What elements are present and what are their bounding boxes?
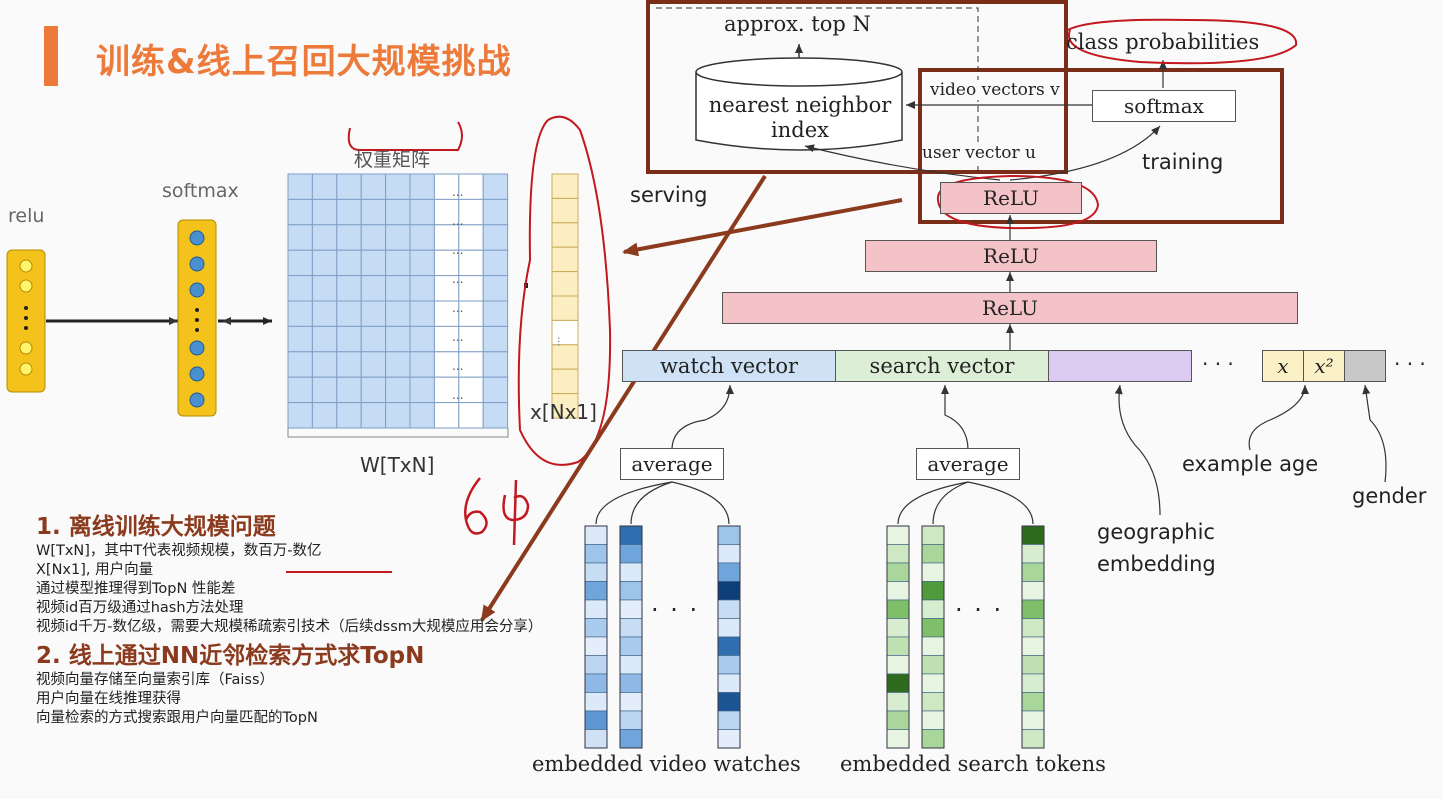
note-line: 视频id百万级通过hash方法处理: [36, 600, 244, 616]
class-probabilities-label: class probabilities: [1066, 30, 1260, 54]
average-box-search: average: [916, 448, 1020, 480]
relu-layer-2: ReLU: [865, 240, 1157, 272]
note-line: 用户向量在线推理获得: [36, 691, 181, 707]
embedding-connectors: [595, 481, 1034, 525]
ellipsis-right: · · ·: [1394, 352, 1426, 376]
handwritten-64-text: 64: [470, 458, 471, 459]
note-line: 视频向量存储至向量索引库（Faiss）: [36, 672, 275, 688]
relu-to-vector-arrow: [622, 198, 903, 257]
softmax-box: softmax: [1092, 90, 1236, 122]
serving-label: serving: [630, 183, 708, 207]
geographic-embedding-box: [1048, 350, 1192, 382]
relu-layer: [6, 249, 46, 393]
matrix-caption: W[TxN]: [360, 453, 435, 477]
search-vector-box: search vector: [835, 350, 1049, 382]
gender-label: gender: [1352, 484, 1427, 508]
note-line: W[TxN]，其中T代表视频规模，数百万-数亿: [36, 543, 322, 559]
softmax-layer: [177, 219, 217, 417]
watch-vector-box: watch vector: [622, 350, 836, 382]
search-ellipsis: · · ·: [955, 596, 1004, 624]
average-box-watches: average: [620, 448, 724, 480]
vector-caption: x[Nx1]: [530, 400, 597, 424]
note-line: X[Nx1], 用户向量: [36, 562, 154, 578]
ellipsis-left: · · ·: [1202, 352, 1234, 376]
nn-index-label: nearest neighbor index: [708, 93, 892, 142]
approx-top-n-label: approx. top N: [724, 12, 871, 36]
x-squared-feature-box: x²: [1303, 350, 1345, 382]
vector-dots: ...: [554, 336, 568, 347]
watch-ellipsis: · · ·: [651, 596, 700, 624]
relu-layer-3: ReLU: [940, 182, 1082, 214]
training-label: training: [1142, 150, 1224, 174]
matrix-dots-column: ........................: [452, 185, 464, 402]
user-vector-label: user vector u: [922, 143, 1036, 163]
softmax-label: softmax: [162, 180, 239, 202]
note-line: 向量检索的方式搜索跟用户向量匹配的TopN: [36, 710, 318, 726]
section1-title: 1. 离线训练大规模问题: [36, 514, 276, 540]
video-vectors-label: video vectors v: [930, 80, 1060, 100]
relu-label: relu: [8, 205, 45, 227]
note-line: 视频id千万-数亿级，需要大规模稀疏索引技术（后续dssm大规模应用会分享）: [36, 619, 543, 635]
geographic-embedding-label: geographic embedding: [1097, 520, 1216, 576]
embedded-video-watches-label: embedded video watches: [532, 752, 801, 776]
relu-layer-1: ReLU: [722, 292, 1298, 324]
embedding-columns: [584, 525, 1045, 749]
x-vector: [551, 173, 579, 419]
matrix-title: 权重矩阵: [354, 149, 431, 171]
x-feature-box: x: [1262, 350, 1304, 382]
example-age-label: example age: [1182, 452, 1319, 476]
note-line: 通过模型推理得到TopN 性能差: [36, 581, 236, 597]
embedded-search-tokens-label: embedded search tokens: [840, 752, 1106, 776]
section2-title: 2. 线上通过NN近邻检索方式求TopN: [36, 643, 425, 669]
notes-panel: 1. 离线训练大规模问题 W[TxN]，其中T代表视频规模，数百万-数亿 X[N…: [36, 512, 596, 728]
gender-feature-box: [1344, 350, 1386, 382]
